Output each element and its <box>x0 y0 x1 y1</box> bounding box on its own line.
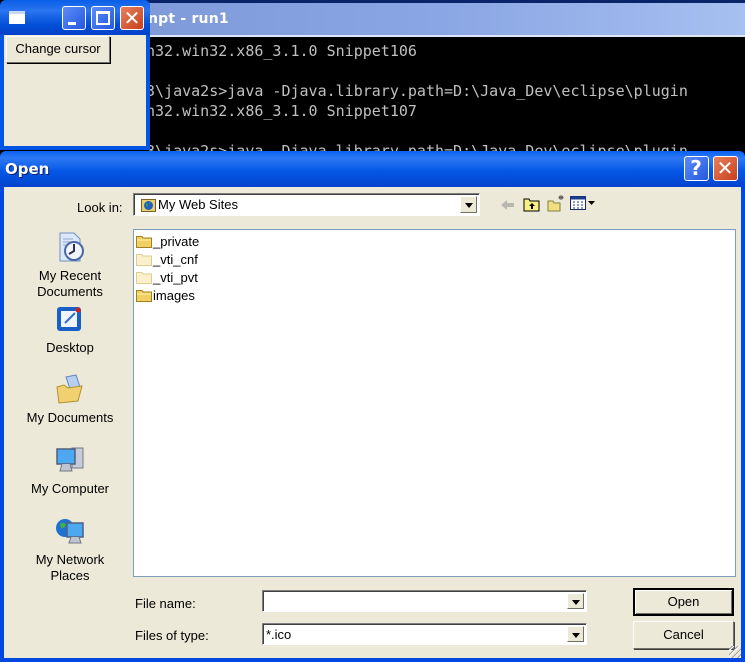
my-computer-icon <box>56 447 84 472</box>
help-button[interactable]: ? <box>684 156 709 181</box>
web-sites-icon <box>141 199 156 212</box>
console-titlebar[interactable]: npt - run1 <box>140 0 745 37</box>
look-in-value: My Web Sites <box>158 197 238 212</box>
places-my-computer[interactable]: My Computer <box>14 444 126 497</box>
folder-icon <box>136 236 152 248</box>
file-name: _private <box>153 233 200 249</box>
console-output: n32.win32.x86_3.1.0 Snippet106 3\java2s>… <box>146 41 688 161</box>
network-places-icon <box>56 519 84 544</box>
file-name-label: File name: <box>135 596 196 611</box>
maximize-button[interactable] <box>91 6 115 30</box>
file-name: images <box>153 287 195 303</box>
resize-grip[interactable] <box>729 646 741 658</box>
dialog-client: Look in: My Web Sites My Recent Document… <box>4 187 741 658</box>
places-label: My Documents <box>26 410 114 425</box>
places-label: My Network <box>35 552 105 567</box>
places-label: My Computer <box>30 481 110 496</box>
change-cursor-button[interactable]: Change cursor <box>6 36 110 63</box>
files-of-type-dropdown-arrow[interactable] <box>567 626 584 642</box>
files-of-type-combo[interactable]: *.ico <box>262 623 587 645</box>
console-title: npt - run1 <box>148 11 229 27</box>
look-in-label: Look in: <box>77 200 123 215</box>
console-line: n32.win32.x86_3.1.0 Snippet106 <box>146 42 417 60</box>
file-item[interactable]: _vti_pvt <box>136 268 198 286</box>
recent-documents-icon <box>59 232 84 262</box>
files-of-type-label: Files of type: <box>135 628 209 643</box>
dialog-titlebar[interactable]: Open ? ✕ <box>0 151 745 187</box>
places-label: Desktop <box>46 340 94 355</box>
places-label: Places <box>50 568 90 583</box>
folder-icon <box>136 290 152 302</box>
desktop-icon <box>57 307 81 331</box>
console-window: npt - run1 n32.win32.x86_3.1.0 Snippet10… <box>140 0 745 160</box>
cancel-button[interactable]: Cancel <box>633 621 734 649</box>
hidden-folder-icon <box>136 272 152 284</box>
file-item[interactable]: _private <box>136 232 199 250</box>
view-menu-icon[interactable] <box>570 196 596 210</box>
dialog-title: Open <box>5 160 50 178</box>
my-documents-icon <box>56 374 83 404</box>
swt-window-client: Change cursor <box>4 35 146 146</box>
minimize-button[interactable] <box>62 6 86 30</box>
file-name: _vti_cnf <box>153 251 198 267</box>
file-list[interactable]: _private _vti_cnf _vti_pvt images <box>133 229 736 577</box>
hidden-folder-icon <box>136 254 152 266</box>
console-line: 3\java2s>java -Djava.library.path=D:\Jav… <box>146 82 688 100</box>
window-app-icon <box>9 11 25 24</box>
open-button[interactable]: Open <box>633 588 734 616</box>
file-item[interactable]: _vti_cnf <box>136 250 198 268</box>
look-in-dropdown-arrow[interactable] <box>460 196 477 213</box>
close-icon: ✕ <box>716 156 734 180</box>
places-label: My Recent <box>38 268 102 283</box>
file-name-dropdown-arrow[interactable] <box>567 593 584 609</box>
file-name: _vti_pvt <box>153 269 198 285</box>
file-item[interactable]: images <box>136 286 195 304</box>
places-recent-documents[interactable]: My Recent Documents <box>14 231 126 300</box>
places-desktop[interactable]: Desktop <box>14 303 126 356</box>
help-icon: ? <box>690 156 702 180</box>
dialog-close-button[interactable]: ✕ <box>713 156 738 181</box>
console-line: n32.win32.x86_3.1.0 Snippet107 <box>146 102 417 120</box>
close-button[interactable]: ✕ <box>120 6 144 30</box>
open-dialog: Open ? ✕ Look in: My Web Sites My Recent… <box>0 151 745 662</box>
minimize-icon <box>68 22 76 25</box>
swt-window-titlebar[interactable]: ✕ <box>0 0 150 35</box>
look-in-combo[interactable]: My Web Sites <box>133 193 480 216</box>
places-my-documents[interactable]: My Documents <box>14 373 126 426</box>
file-name-combo[interactable] <box>262 590 587 612</box>
back-icon[interactable] <box>500 198 516 212</box>
maximize-icon <box>96 11 110 25</box>
close-icon: ✕ <box>123 6 141 30</box>
files-of-type-value: *.ico <box>266 627 292 642</box>
new-folder-icon[interactable] <box>547 194 565 212</box>
swt-window: ✕ Change cursor <box>0 0 150 150</box>
places-label: Documents <box>37 284 103 299</box>
up-one-level-icon[interactable] <box>523 196 541 212</box>
places-network-places[interactable]: My Network Places <box>14 515 126 584</box>
